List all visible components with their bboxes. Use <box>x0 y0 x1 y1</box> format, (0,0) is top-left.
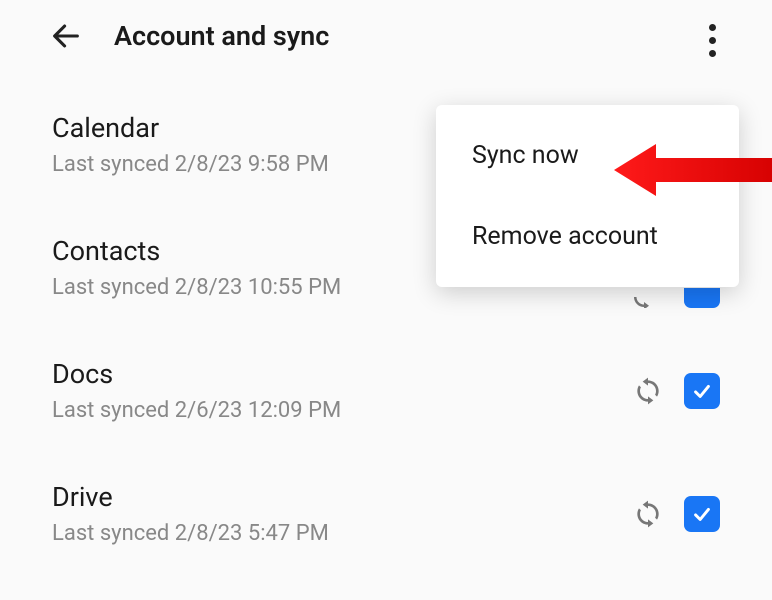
page-title: Account and sync <box>114 20 329 52</box>
options-popup-menu: Sync now Remove account <box>436 105 739 287</box>
item-subtitle: Last synced 2/8/23 5:47 PM <box>52 521 720 546</box>
checkbox-peek <box>684 288 720 308</box>
item-controls <box>632 373 720 409</box>
sync-item-docs[interactable]: Docs Last synced 2/6/23 12:09 PM <box>52 358 720 423</box>
menu-item-remove-account[interactable]: Remove account <box>436 196 739 277</box>
sync-status-icon <box>632 498 664 530</box>
app-header: Account and sync <box>0 0 772 72</box>
dot-icon <box>709 50 716 57</box>
item-title: Drive <box>52 481 720 513</box>
item-title: Docs <box>52 358 720 390</box>
dot-icon <box>709 37 716 44</box>
sync-icon-peek <box>629 297 659 308</box>
sync-toggle-checkbox[interactable] <box>684 373 720 409</box>
check-icon <box>691 380 713 402</box>
dot-icon <box>709 24 716 31</box>
check-icon <box>691 503 713 525</box>
item-subtitle: Last synced 2/6/23 12:09 PM <box>52 398 720 423</box>
item-controls <box>632 496 720 532</box>
sync-toggle-checkbox[interactable] <box>684 496 720 532</box>
menu-item-sync-now[interactable]: Sync now <box>436 115 739 196</box>
sync-status-icon <box>632 375 664 407</box>
back-button[interactable] <box>46 16 86 56</box>
sync-item-drive[interactable]: Drive Last synced 2/8/23 5:47 PM <box>52 481 720 546</box>
back-arrow-icon <box>49 19 83 53</box>
more-options-button[interactable] <box>692 20 732 60</box>
